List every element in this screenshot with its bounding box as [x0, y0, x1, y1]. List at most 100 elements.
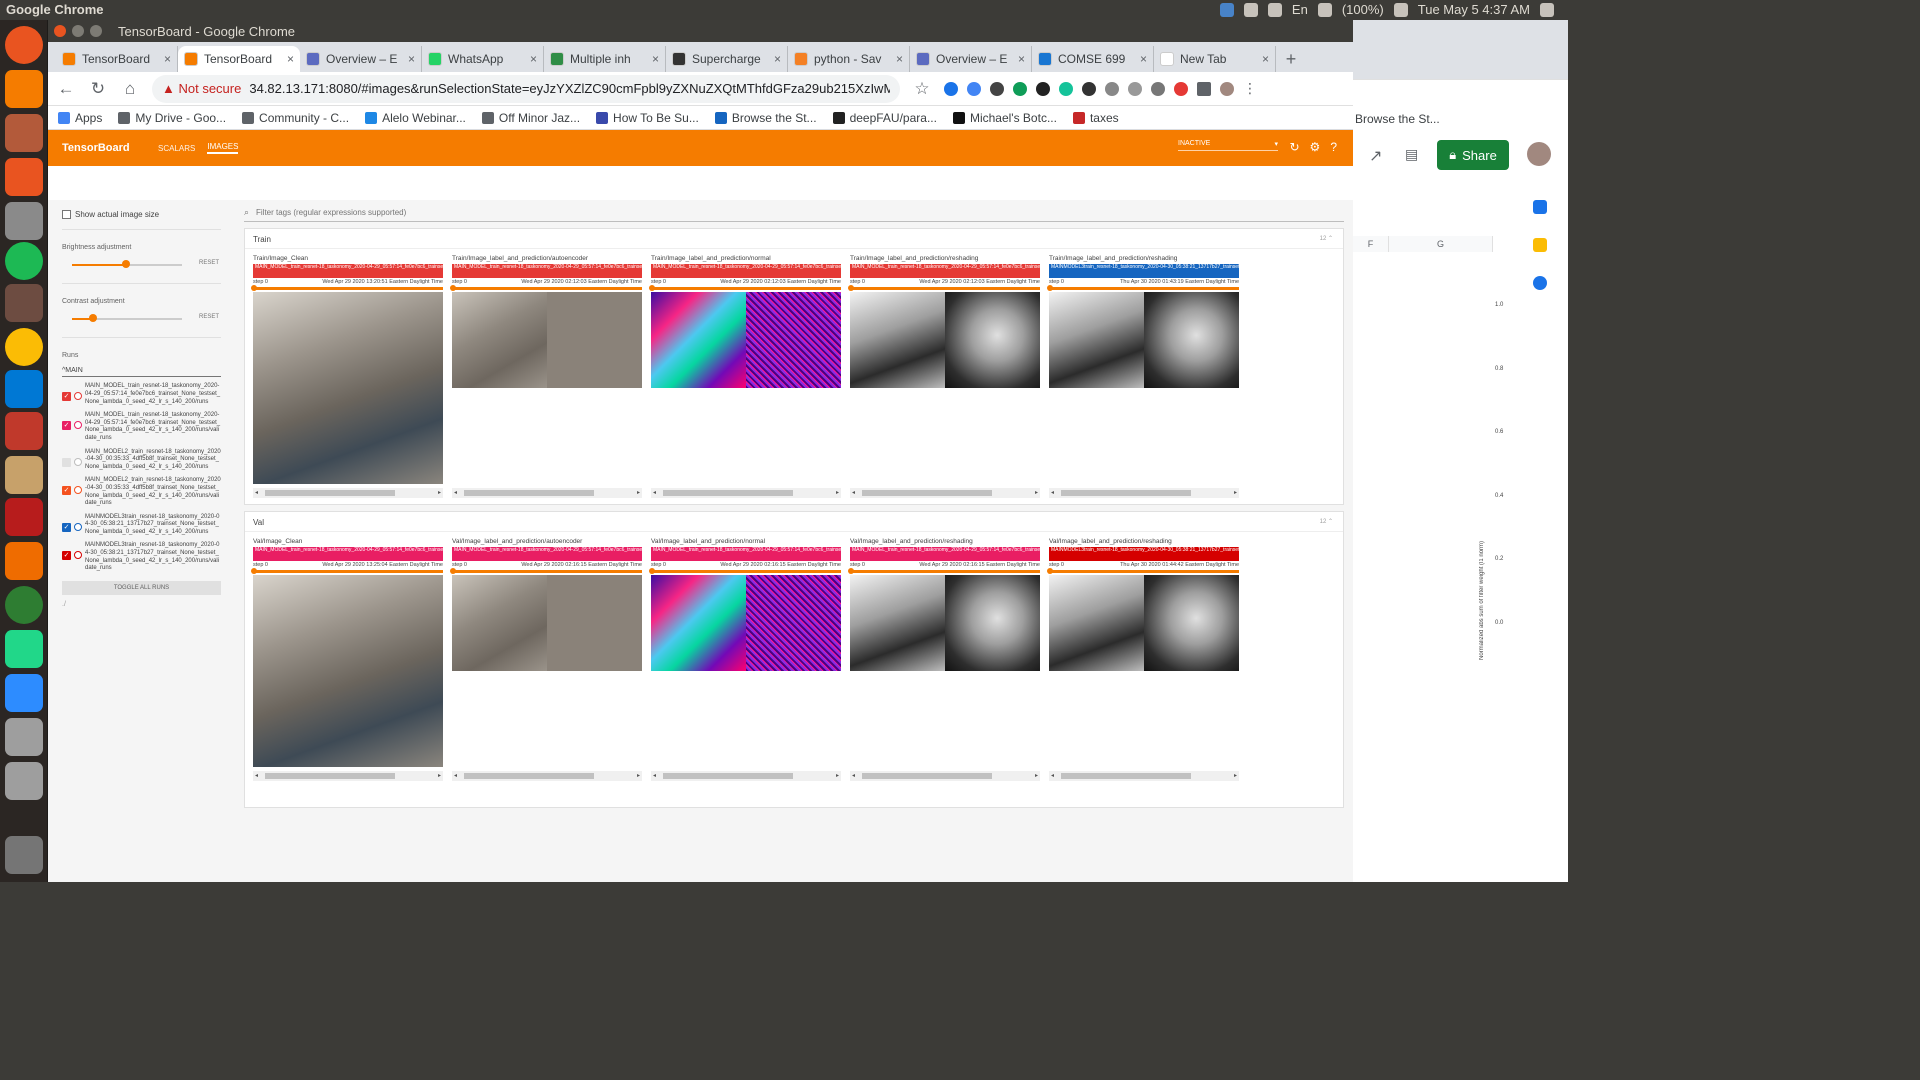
run-color-dot[interactable] — [74, 392, 82, 401]
tab-7[interactable]: Overview – E × — [910, 46, 1032, 72]
scroll-thumb[interactable] — [265, 773, 395, 779]
bookmark-item[interactable]: Off Minor Jaz... — [481, 111, 580, 125]
tab-images[interactable]: IMAGES — [207, 142, 239, 154]
slack-tray-icon[interactable] — [1243, 2, 1258, 17]
power-gear-icon[interactable] — [1540, 2, 1554, 17]
extension-icon[interactable] — [944, 81, 958, 96]
scroll-left-icon[interactable]: ◂ — [852, 772, 855, 779]
scroll-right-icon[interactable]: ▸ — [1035, 772, 1038, 779]
pycharm-icon[interactable] — [5, 630, 43, 668]
software-center-icon[interactable] — [5, 158, 43, 196]
step-slider[interactable] — [1047, 285, 1239, 291]
scroll-right-icon[interactable]: ▸ — [637, 772, 640, 779]
tasks-icon[interactable] — [1533, 276, 1547, 290]
group-header[interactable]: Val 12 ⌃ — [245, 512, 1343, 532]
screen-recorder-icon[interactable] — [5, 498, 43, 536]
tab-2[interactable]: Overview – E × — [300, 46, 422, 72]
spotify-icon[interactable] — [5, 242, 43, 280]
slider-knob[interactable] — [122, 260, 130, 269]
run-item[interactable]: ✓ MAIN_MODEL2_train_resnet-18_taskonomy_2… — [62, 477, 221, 507]
tensorboard-logo[interactable]: TensorBoard — [62, 142, 158, 154]
run-item[interactable]: ✓ MAINMODEL3train_resnet-18_taskonomy_202… — [62, 514, 221, 537]
drive-icon[interactable] — [5, 718, 43, 756]
close-tab-icon[interactable]: × — [652, 52, 659, 66]
scroll-thumb[interactable] — [265, 490, 395, 496]
tag-filter-input[interactable]: ⌕ Filter tags (regular expressions suppo… — [244, 207, 1344, 222]
horizontal-scrollbar[interactable]: ◂ ▸ — [1049, 771, 1239, 781]
horizontal-scrollbar[interactable]: ◂ ▸ — [651, 488, 841, 498]
zoom-tray-icon[interactable] — [1219, 2, 1234, 17]
profile-avatar[interactable] — [1220, 81, 1234, 96]
help-icon[interactable]: ? — [1330, 140, 1337, 154]
scroll-left-icon[interactable]: ◂ — [653, 489, 656, 496]
horizontal-scrollbar[interactable]: ◂ ▸ — [850, 771, 1040, 781]
run-checkbox[interactable]: ✓ — [62, 392, 71, 402]
scroll-left-icon[interactable]: ◂ — [454, 772, 457, 779]
scroll-thumb[interactable] — [862, 490, 992, 496]
new-tab-button[interactable]: + — [1276, 46, 1306, 72]
close-tab-icon[interactable]: × — [1262, 52, 1269, 66]
scroll-thumb[interactable] — [663, 773, 793, 779]
camera-app-icon[interactable] — [5, 202, 43, 240]
step-slider[interactable] — [450, 285, 642, 291]
step-slider[interactable] — [649, 285, 841, 291]
tab-9[interactable]: New Tab × — [1154, 46, 1276, 72]
gear-icon[interactable]: ⚙ — [1310, 140, 1321, 154]
extension-icon[interactable] — [1151, 81, 1165, 96]
show-actual-size-checkbox[interactable]: Show actual image size — [62, 210, 221, 220]
scroll-left-icon[interactable]: ◂ — [852, 489, 855, 496]
scroll-right-icon[interactable]: ▸ — [1234, 772, 1237, 779]
bookmark-item[interactable]: deepFAU/para... — [832, 111, 937, 125]
run-checkbox[interactable] — [62, 457, 71, 467]
tab-3[interactable]: WhatsApp × — [422, 46, 544, 72]
keep-icon[interactable] — [1533, 238, 1547, 252]
tab-scalars[interactable]: SCALARS — [158, 144, 195, 153]
extension-icon[interactable] — [967, 81, 981, 96]
vscode-icon[interactable] — [5, 370, 43, 408]
maximize-window-icon[interactable] — [90, 25, 102, 37]
brightness-slider[interactable]: RESET — [62, 255, 221, 277]
step-slider[interactable] — [848, 568, 1040, 574]
tab-1[interactable]: TensorBoard × — [178, 46, 300, 72]
scroll-thumb[interactable] — [862, 773, 992, 779]
archive-icon[interactable] — [5, 456, 43, 494]
tab-0[interactable]: TensorBoard × — [56, 46, 178, 72]
slider-knob[interactable] — [89, 314, 97, 323]
toggle-all-runs-button[interactable]: TOGGLE ALL RUNS — [62, 580, 221, 595]
ubuntu-dash-icon[interactable] — [5, 26, 43, 64]
close-tab-icon[interactable]: × — [164, 52, 171, 66]
bookmark-item[interactable]: How To Be Su... — [596, 111, 699, 125]
run-color-dot[interactable] — [74, 486, 82, 495]
scroll-thumb[interactable] — [1061, 773, 1191, 779]
brightness-reset-button[interactable]: RESET — [199, 260, 219, 266]
chrome-menu-icon[interactable]: ⋮ — [1243, 80, 1257, 97]
close-tab-icon[interactable]: × — [896, 52, 903, 66]
scroll-left-icon[interactable]: ◂ — [255, 489, 258, 496]
scroll-left-icon[interactable]: ◂ — [653, 772, 656, 779]
star-bookmark-icon[interactable]: ☆ — [912, 79, 932, 99]
run-checkbox[interactable]: ✓ — [62, 486, 71, 496]
tab-8[interactable]: COMSE 699 × — [1032, 46, 1154, 72]
calendar-icon[interactable] — [1533, 200, 1547, 214]
scroll-left-icon[interactable]: ◂ — [454, 489, 457, 496]
bookmark-item[interactable]: Community - C... — [242, 111, 349, 125]
tab-4[interactable]: Multiple inh × — [544, 46, 666, 72]
horizontal-scrollbar[interactable]: ◂ ▸ — [452, 771, 642, 781]
minimize-window-icon[interactable] — [72, 25, 84, 37]
system-tools-icon[interactable] — [5, 412, 43, 450]
background-bookmark[interactable]: Browse the St... — [1353, 108, 1568, 132]
close-tab-icon[interactable]: × — [1140, 52, 1147, 66]
bookmark-item[interactable]: taxes — [1072, 111, 1119, 125]
extension-icon[interactable] — [1128, 81, 1142, 96]
horizontal-scrollbar[interactable]: ◂ ▸ — [850, 488, 1040, 498]
run-item[interactable]: MAIN_MODEL2_train_resnet-18_taskonomy_20… — [62, 449, 221, 472]
bookmark-item[interactable]: Apps — [58, 111, 102, 125]
keyboard-layout[interactable]: En — [1292, 2, 1308, 17]
run-checkbox[interactable]: ✓ — [62, 522, 71, 532]
drive-2-icon[interactable] — [5, 762, 43, 800]
step-slider[interactable] — [450, 568, 642, 574]
bluetooth-icon[interactable] — [1317, 2, 1332, 17]
trend-icon[interactable]: ↗ — [1369, 146, 1382, 166]
close-tab-icon[interactable]: × — [774, 52, 781, 66]
horizontal-scrollbar[interactable]: ◂ ▸ — [651, 771, 841, 781]
